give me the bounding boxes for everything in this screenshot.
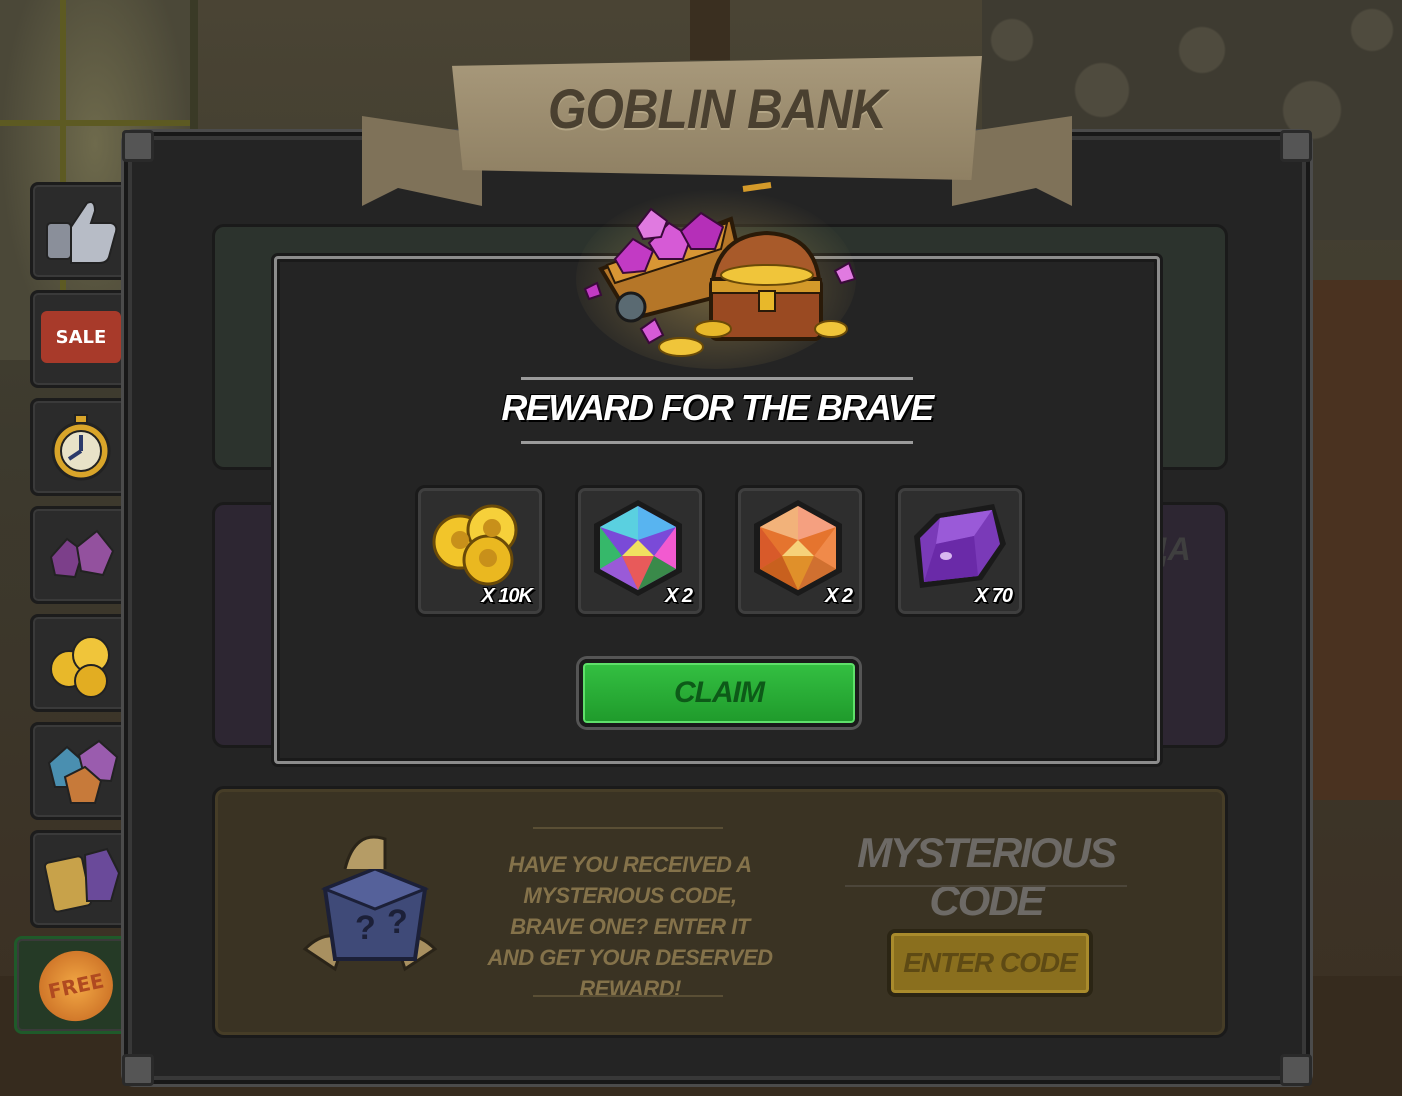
side-tab-crystals[interactable]	[30, 722, 136, 820]
reward-slot-rainbow-crystal: X 2	[575, 485, 705, 617]
side-tab-sale[interactable]: SALE	[30, 290, 136, 388]
mysterious-code-title: MYSTERIOUS CODE	[857, 829, 1117, 924]
mysterious-code-section: ? ? HAVE YOU RECEIVED A MYSTERIOUS CODE,…	[212, 786, 1228, 1038]
stopwatch-icon	[51, 414, 111, 481]
frame-corner	[1280, 130, 1312, 162]
mystery-box-icon: ? ?	[302, 835, 438, 972]
claim-button[interactable]: CLAIM	[579, 659, 859, 727]
gold-coins-icon	[432, 504, 518, 586]
frame-corner	[122, 130, 154, 162]
side-tab-thumbs-up[interactable]	[30, 182, 136, 280]
frame-corner	[122, 1054, 154, 1086]
sale-icon: SALE	[41, 311, 121, 363]
divider	[533, 827, 723, 829]
frame-corner	[1280, 1054, 1312, 1086]
divider	[521, 441, 913, 444]
reward-quantity: X 70	[974, 585, 1013, 607]
page-title: GOBLIN BANK	[547, 77, 887, 140]
divider	[521, 377, 913, 380]
popup-title: REWARD FOR THE BRAVE	[501, 387, 934, 428]
reward-popup: REWARD FOR THE BRAVE X 10K X 2 X 2 X 70 …	[274, 182, 1160, 764]
treasure-cart-icon	[576, 182, 857, 369]
reward-slot-purple-gem: X 70	[895, 485, 1025, 617]
reward-quantity: X 2	[824, 585, 853, 607]
svg-text:?: ?	[355, 909, 376, 947]
side-tab-gems[interactable]	[30, 506, 136, 604]
side-tab-stopwatch[interactable]	[30, 398, 136, 496]
free-icon: FREE	[32, 944, 120, 1028]
sale-label: SALE	[55, 326, 107, 348]
side-tab-free[interactable]: FREE	[14, 936, 136, 1034]
side-tab-cards[interactable]	[30, 830, 136, 928]
reward-slot-orange-crystal: X 2	[735, 485, 865, 617]
reward-slot-gold: X 10K	[415, 485, 545, 617]
coins-icon	[50, 636, 110, 698]
mysterious-code-description: HAVE YOU RECEIVED A MYSTERIOUS CODE, BRA…	[487, 852, 773, 1001]
free-label: FREE	[45, 968, 107, 1004]
reward-quantity: X 10K	[481, 585, 533, 607]
enter-code-button[interactable]: ENTER CODE	[887, 929, 1093, 997]
crystals-icon	[47, 739, 119, 804]
cards-icon	[43, 847, 121, 913]
title-banner: GOBLIN BANK	[362, 56, 1072, 206]
background-beam	[690, 0, 730, 60]
gems-icon	[49, 529, 115, 579]
divider	[845, 885, 1127, 887]
thumbs-up-icon	[46, 201, 118, 264]
side-tab-coins[interactable]	[30, 614, 136, 712]
reward-quantity: X 2	[664, 585, 693, 607]
svg-text:?: ?	[387, 903, 408, 941]
divider	[533, 995, 723, 997]
